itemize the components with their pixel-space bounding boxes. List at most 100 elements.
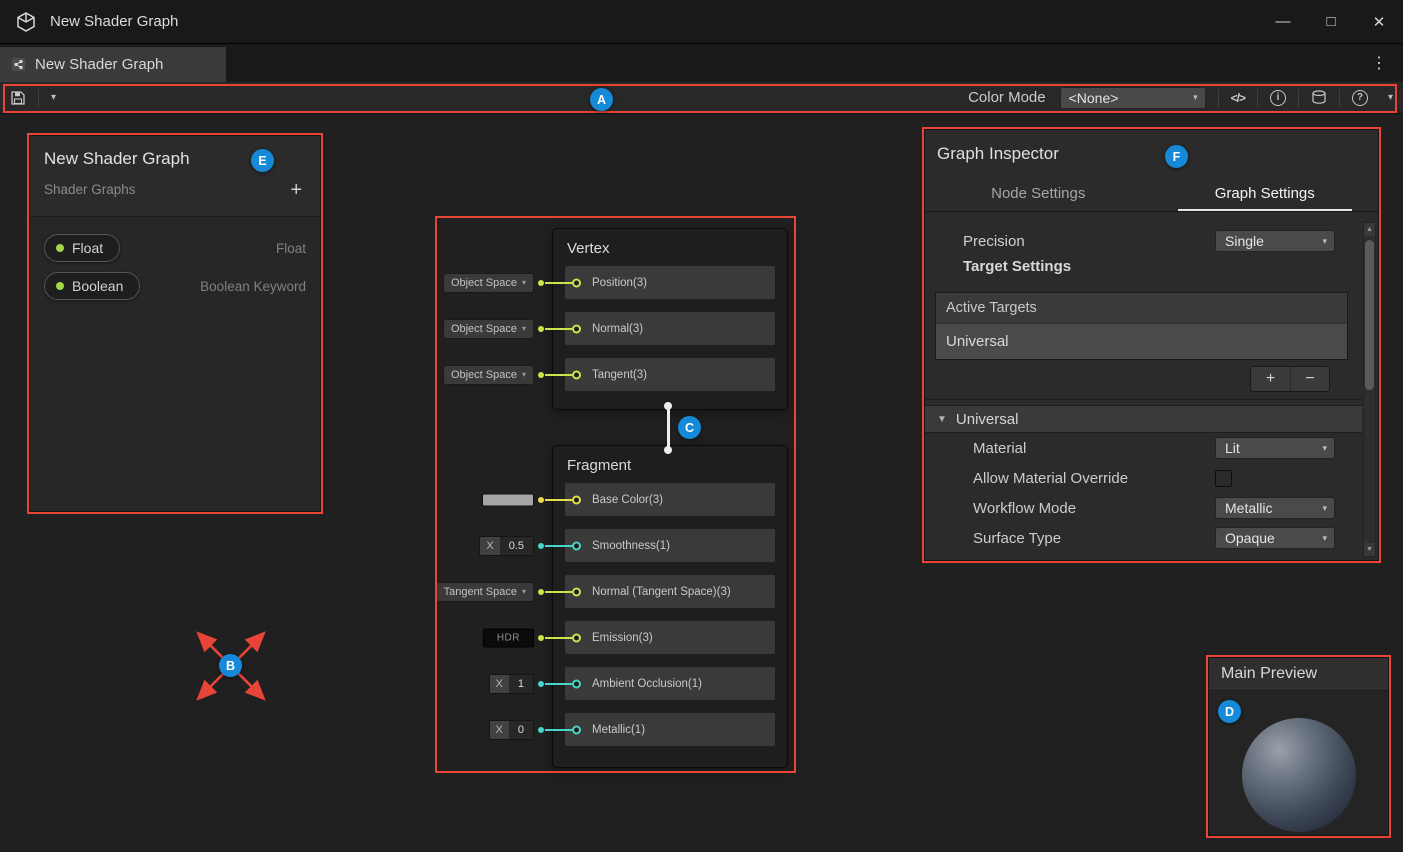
fragment-row-emission[interactable]: HDR Emission(3) [565,621,775,654]
input-port[interactable] [572,633,581,642]
tab-graph-settings[interactable]: Graph Settings [1152,175,1379,211]
input-port[interactable] [572,725,581,734]
vertex-row-position[interactable]: Object Space▾ Position(3) [565,266,775,299]
save-asset-button[interactable] [0,82,36,114]
tab-new-shader-graph[interactable]: New Shader Graph [0,47,226,82]
list-item: Float Float [30,229,320,267]
property-pill-float[interactable]: Float [44,234,120,262]
scrollbar-thumb[interactable] [1365,240,1374,390]
preview-sphere[interactable] [1242,718,1356,832]
chevron-down-icon: ▾ [51,92,56,103]
input-port[interactable] [572,370,581,379]
control-port-dot [538,635,544,641]
material-label: Material [973,440,1026,457]
target-list-buttons: + − [1250,366,1330,392]
blackboard-subtitle: Shader Graphs [44,182,136,197]
material-dropdown[interactable]: Lit ▾ [1215,437,1335,459]
remove-target-button[interactable]: − [1290,367,1329,391]
wire [545,729,572,731]
save-options-dropdown[interactable]: ▾ [41,82,66,114]
vertex-master-node[interactable]: Vertex Object Space▾ Position(3) Object … [552,228,788,410]
close-button[interactable]: ✕ [1355,0,1403,44]
fragment-row-metallic[interactable]: X0 Metallic(1) [565,713,775,746]
vertex-row-normal[interactable]: Object Space▾ Normal(3) [565,312,775,345]
vertex-row-tangent[interactable]: Object Space▾ Tangent(3) [565,358,775,391]
main-preview-viewport[interactable] [1209,692,1388,835]
node-row-label: Smoothness(1) [592,540,670,552]
add-target-button[interactable]: + [1251,367,1290,391]
control-port-dot [538,280,544,286]
maximize-button[interactable]: □ [1307,0,1355,44]
float-field-axis: X [490,721,509,739]
graph-toolbar: ▾ Color Mode <None> ▾ </> i ? ▾ [0,82,1403,114]
wire [545,591,572,593]
main-preview-panel: Main Preview [1208,657,1389,836]
surface-type-dropdown[interactable]: Opaque ▾ [1215,527,1335,549]
fragment-row-smoothness[interactable]: X0.5 Smoothness(1) [565,529,775,562]
tab-node-settings[interactable]: Node Settings [925,175,1152,211]
base-color-swatch[interactable] [482,493,534,506]
chevron-down-icon: ▾ [522,587,526,596]
tab-overflow-menu-icon[interactable]: ⋮ [1367,51,1391,75]
precision-label: Precision [963,233,1025,250]
float-field-value[interactable]: 0 [509,721,533,739]
float-field-value[interactable]: 1 [509,675,533,693]
space-dropdown[interactable]: Object Space▾ [443,365,534,385]
graph-inspector-panel: Graph Inspector Node Settings Graph Sett… [924,129,1379,561]
space-dropdown[interactable]: Object Space▾ [443,319,534,339]
divider [925,399,1362,400]
inspector-scrollbar[interactable]: ▲ ▼ [1363,222,1376,557]
fragment-row-normal[interactable]: Tangent Space▾ Normal (Tangent Space)(3) [565,575,775,608]
property-type: Boolean Keyword [200,279,306,294]
wire [545,328,572,330]
toolbar-overflow-dropdown[interactable]: ▾ [1378,82,1403,114]
blackboard-toggle-button[interactable] [1301,82,1337,114]
help-button[interactable]: ? [1342,82,1378,114]
chevron-down-icon: ▾ [1322,503,1327,514]
workflow-mode-dropdown[interactable]: Metallic ▾ [1215,497,1335,519]
chevron-down-icon: ▾ [1388,92,1393,103]
universal-foldout[interactable]: ▼ Universal [925,405,1362,433]
float-field-value[interactable]: 0.5 [500,537,533,555]
scroll-up-icon[interactable]: ▲ [1364,223,1375,236]
hdr-color-field[interactable]: HDR [483,628,534,647]
property-pill-boolean[interactable]: Boolean [44,272,140,300]
inspector-toggle-button[interactable]: i [1260,82,1296,114]
minimize-button[interactable]: — [1259,0,1307,44]
control-port-dot [538,497,544,503]
float-field[interactable]: X1 [489,674,534,694]
input-port[interactable] [572,541,581,550]
space-dropdown[interactable]: Object Space▾ [443,273,534,293]
float-field[interactable]: X0.5 [479,536,534,556]
property-dot-icon [56,244,64,252]
input-port[interactable] [572,679,581,688]
float-field[interactable]: X0 [489,720,534,740]
precision-dropdown[interactable]: Single ▾ [1215,230,1335,252]
node-title: Vertex [553,229,787,266]
workflow-mode-label: Workflow Mode [973,500,1076,517]
scroll-down-icon[interactable]: ▼ [1364,543,1375,556]
fragment-row-base-color[interactable]: Base Color(3) [565,483,775,516]
show-generated-code-button[interactable]: </> [1221,82,1255,114]
fragment-master-node[interactable]: Fragment Base Color(3) X0.5 Smoothness(1… [552,445,788,768]
input-port[interactable] [572,587,581,596]
toolbar-divider [1339,89,1340,107]
fragment-row-ambient-occlusion[interactable]: X1 Ambient Occlusion(1) [565,667,775,700]
info-icon: i [1270,90,1286,106]
space-dropdown-value: Object Space [451,277,517,289]
toolbar-divider [38,89,39,107]
space-dropdown[interactable]: Tangent Space▾ [436,582,534,602]
tab-label: New Shader Graph [35,56,163,73]
node-row-label: Normal(3) [592,323,643,335]
wire [545,374,572,376]
target-row-universal[interactable]: Universal [936,323,1347,359]
add-property-button[interactable]: + [286,183,306,197]
color-mode-dropdown[interactable]: <None> ▾ [1060,87,1206,109]
layers-icon [1311,90,1327,105]
input-port[interactable] [572,324,581,333]
allow-material-override-checkbox[interactable] [1215,470,1232,487]
color-mode-value: <None> [1069,90,1119,106]
code-icon: </> [1231,91,1245,105]
input-port[interactable] [572,278,581,287]
input-port[interactable] [572,495,581,504]
